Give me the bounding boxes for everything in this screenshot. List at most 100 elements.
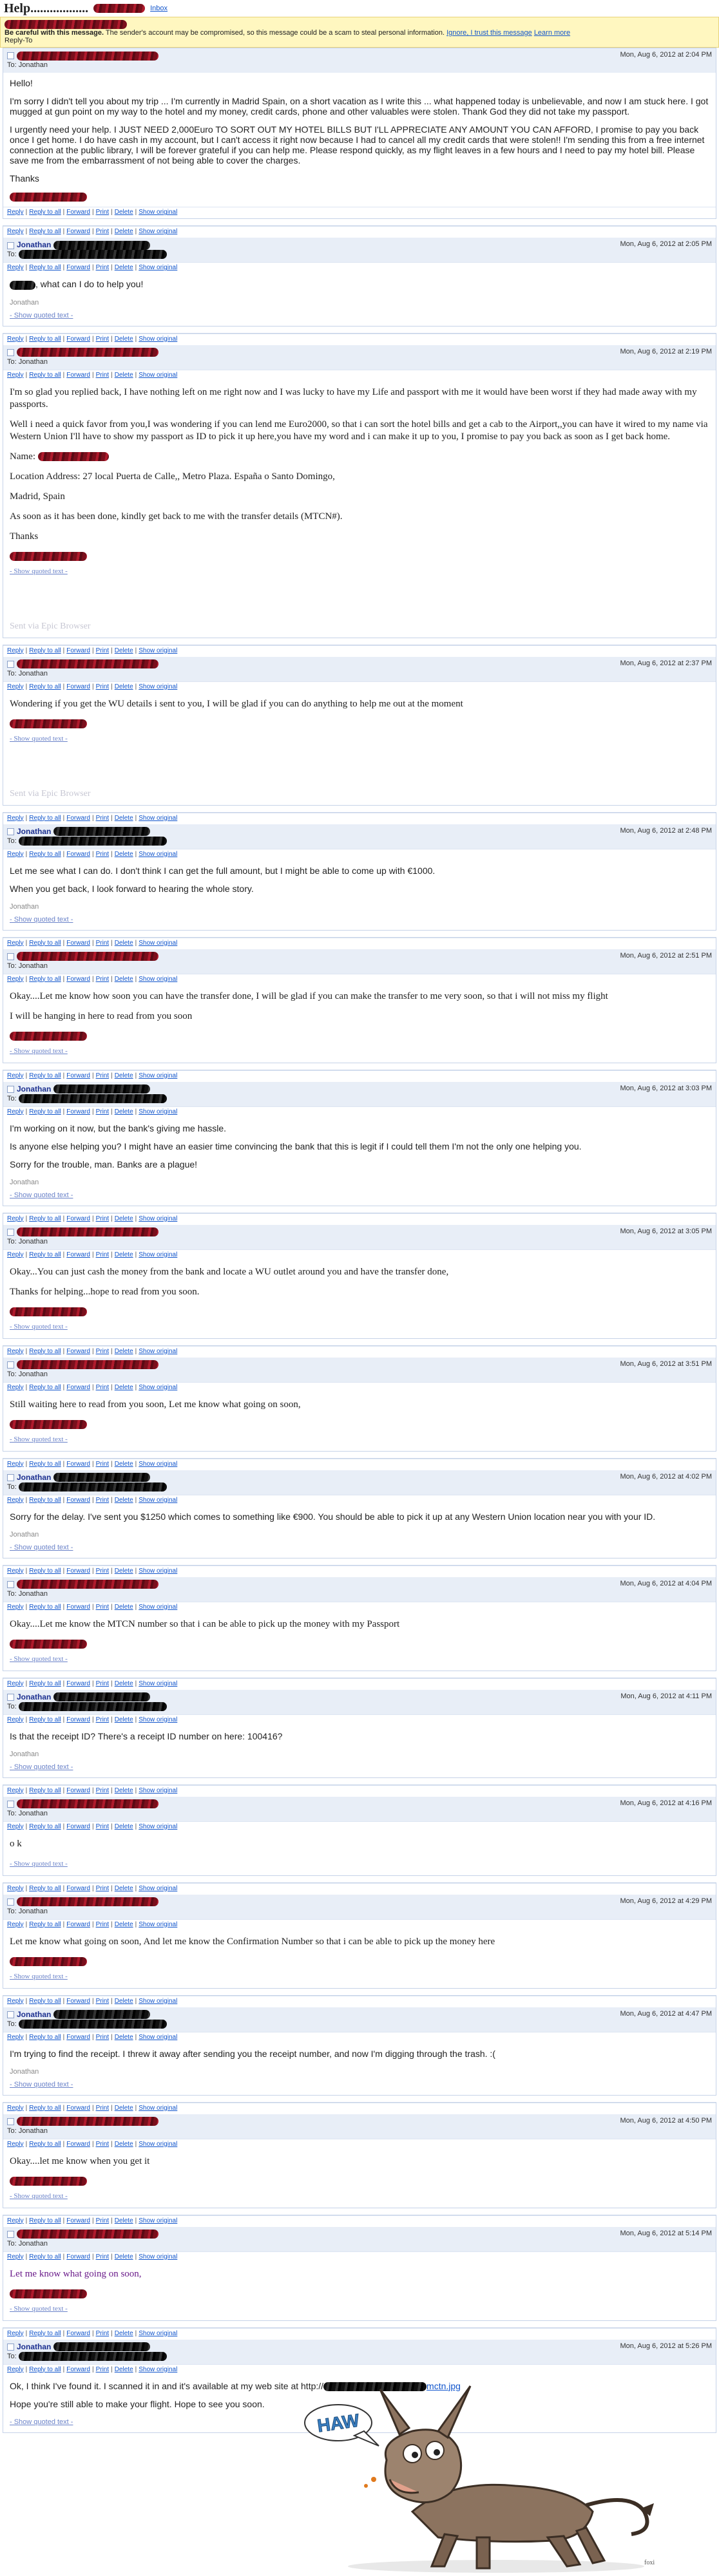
inbox-label[interactable]: Inbox bbox=[150, 5, 168, 12]
action-forward[interactable]: Forward bbox=[66, 2253, 90, 2260]
action-show-original[interactable]: Show original bbox=[139, 1072, 177, 1079]
action-reply[interactable]: Reply bbox=[7, 1461, 24, 1468]
action-delete[interactable]: Delete bbox=[115, 1461, 133, 1468]
action-reply[interactable]: Reply bbox=[7, 1497, 24, 1504]
action-reply[interactable]: Reply bbox=[7, 1885, 24, 1892]
select-checkbox[interactable] bbox=[7, 242, 14, 249]
action-delete[interactable]: Delete bbox=[115, 372, 133, 379]
action-print[interactable]: Print bbox=[96, 1998, 110, 2005]
action-forward[interactable]: Forward bbox=[66, 2366, 90, 2373]
select-checkbox[interactable] bbox=[7, 1228, 14, 1236]
action-reply-to-all[interactable]: Reply to all bbox=[29, 1348, 61, 1355]
action-reply-to-all[interactable]: Reply to all bbox=[29, 264, 61, 271]
action-delete[interactable]: Delete bbox=[115, 228, 133, 235]
action-delete[interactable]: Delete bbox=[115, 1567, 133, 1575]
action-reply[interactable]: Reply bbox=[7, 976, 24, 983]
message-header[interactable]: To: Jonathan Mon, Aug 6, 2012 at 4:50 PM bbox=[3, 2114, 716, 2139]
action-print[interactable]: Print bbox=[96, 1680, 110, 1687]
action-delete[interactable]: Delete bbox=[115, 851, 133, 858]
ignore-warning-link[interactable]: Ignore, I trust this message bbox=[446, 29, 532, 37]
action-reply[interactable]: Reply bbox=[7, 1604, 24, 1611]
action-reply-to-all[interactable]: Reply to all bbox=[29, 1251, 61, 1258]
action-show-original[interactable]: Show original bbox=[139, 851, 177, 858]
action-reply-to-all[interactable]: Reply to all bbox=[29, 2141, 61, 2148]
action-delete[interactable]: Delete bbox=[115, 209, 133, 216]
select-checkbox[interactable] bbox=[7, 952, 14, 960]
select-checkbox[interactable] bbox=[7, 660, 14, 668]
action-print[interactable]: Print bbox=[96, 2366, 110, 2373]
action-forward[interactable]: Forward bbox=[66, 1497, 90, 1504]
action-show-original[interactable]: Show original bbox=[139, 372, 177, 379]
action-delete[interactable]: Delete bbox=[115, 2217, 133, 2224]
select-checkbox[interactable] bbox=[7, 828, 14, 835]
message-header[interactable]: Jonathan To: Mon, Aug 6, 2012 at 4:02 PM bbox=[3, 1470, 716, 1495]
select-checkbox[interactable] bbox=[7, 1898, 14, 1906]
action-show-original[interactable]: Show original bbox=[139, 1251, 177, 1258]
select-checkbox[interactable] bbox=[7, 1473, 14, 1481]
action-delete[interactable]: Delete bbox=[115, 1604, 133, 1611]
message-header[interactable]: To: Jonathan Mon, Aug 6, 2012 at 2:51 PM bbox=[3, 949, 716, 974]
message-header[interactable]: To: Jonathan Mon, Aug 6, 2012 at 4:16 PM bbox=[3, 1796, 716, 1821]
select-checkbox[interactable] bbox=[7, 2230, 14, 2238]
message-header[interactable]: To: Jonathan Mon, Aug 6, 2012 at 2:19 PM bbox=[3, 345, 716, 370]
learn-more-link[interactable]: Learn more bbox=[534, 29, 570, 37]
action-delete[interactable]: Delete bbox=[115, 1680, 133, 1687]
action-forward[interactable]: Forward bbox=[66, 976, 90, 983]
action-forward[interactable]: Forward bbox=[66, 1567, 90, 1575]
action-show-original[interactable]: Show original bbox=[139, 1461, 177, 1468]
action-reply[interactable]: Reply bbox=[7, 1348, 24, 1355]
action-show-original[interactable]: Show original bbox=[139, 1348, 177, 1355]
action-show-original[interactable]: Show original bbox=[139, 940, 177, 947]
action-show-original[interactable]: Show original bbox=[139, 2366, 177, 2373]
select-checkbox[interactable] bbox=[7, 348, 14, 356]
message-header[interactable]: Jonathan To: Mon, Aug 6, 2012 at 2:48 PM bbox=[3, 824, 716, 849]
action-print[interactable]: Print bbox=[96, 976, 110, 983]
action-reply-to-all[interactable]: Reply to all bbox=[29, 976, 61, 983]
action-print[interactable]: Print bbox=[96, 815, 110, 822]
action-show-original[interactable]: Show original bbox=[139, 2217, 177, 2224]
action-forward[interactable]: Forward bbox=[66, 647, 90, 654]
action-print[interactable]: Print bbox=[96, 1567, 110, 1575]
action-print[interactable]: Print bbox=[96, 851, 110, 858]
action-print[interactable]: Print bbox=[96, 1108, 110, 1115]
action-reply-to-all[interactable]: Reply to all bbox=[29, 1461, 61, 1468]
action-reply[interactable]: Reply bbox=[7, 1384, 24, 1391]
action-reply-to-all[interactable]: Reply to all bbox=[29, 1215, 61, 1222]
action-reply[interactable]: Reply bbox=[7, 2141, 24, 2148]
action-delete[interactable]: Delete bbox=[115, 1497, 133, 1504]
action-reply-to-all[interactable]: Reply to all bbox=[29, 2253, 61, 2260]
action-reply-to-all[interactable]: Reply to all bbox=[29, 1885, 61, 1892]
action-show-original[interactable]: Show original bbox=[139, 1680, 177, 1687]
action-forward[interactable]: Forward bbox=[66, 372, 90, 379]
action-reply-to-all[interactable]: Reply to all bbox=[29, 851, 61, 858]
message-header[interactable]: To: Jonathan Mon, Aug 6, 2012 at 3:05 PM bbox=[3, 1224, 716, 1249]
action-delete[interactable]: Delete bbox=[115, 2034, 133, 2041]
show-quoted-text[interactable]: - Show quoted text - bbox=[10, 1542, 709, 1553]
action-delete[interactable]: Delete bbox=[115, 1823, 133, 1830]
action-print[interactable]: Print bbox=[96, 2141, 110, 2148]
action-reply[interactable]: Reply bbox=[7, 1072, 24, 1079]
action-print[interactable]: Print bbox=[96, 336, 110, 343]
action-forward[interactable]: Forward bbox=[66, 2330, 90, 2337]
action-reply-to-all[interactable]: Reply to all bbox=[29, 2366, 61, 2373]
show-quoted-text[interactable]: - Show quoted text - bbox=[10, 2190, 709, 2202]
action-delete[interactable]: Delete bbox=[115, 2105, 133, 2112]
action-show-original[interactable]: Show original bbox=[139, 683, 177, 690]
action-show-original[interactable]: Show original bbox=[139, 264, 177, 271]
action-reply-to-all[interactable]: Reply to all bbox=[29, 815, 61, 822]
action-delete[interactable]: Delete bbox=[115, 1384, 133, 1391]
action-reply-to-all[interactable]: Reply to all bbox=[29, 2217, 61, 2224]
action-forward[interactable]: Forward bbox=[66, 1384, 90, 1391]
action-forward[interactable]: Forward bbox=[66, 1787, 90, 1794]
action-reply-to-all[interactable]: Reply to all bbox=[29, 1384, 61, 1391]
action-reply[interactable]: Reply bbox=[7, 2366, 24, 2373]
message-header[interactable]: To: Jonathan Mon, Aug 6, 2012 at 4:04 PM bbox=[3, 1577, 716, 1602]
action-reply-to-all[interactable]: Reply to all bbox=[29, 647, 61, 654]
action-show-original[interactable]: Show original bbox=[139, 2105, 177, 2112]
action-show-original[interactable]: Show original bbox=[139, 1384, 177, 1391]
action-show-original[interactable]: Show original bbox=[139, 815, 177, 822]
message-header[interactable]: To: Jonathan Mon, Aug 6, 2012 at 4:29 PM bbox=[3, 1894, 716, 1919]
show-quoted-text[interactable]: - Show quoted text - bbox=[10, 1045, 709, 1057]
show-quoted-text[interactable]: - Show quoted text - bbox=[10, 1762, 709, 1772]
action-show-original[interactable]: Show original bbox=[139, 1215, 177, 1222]
